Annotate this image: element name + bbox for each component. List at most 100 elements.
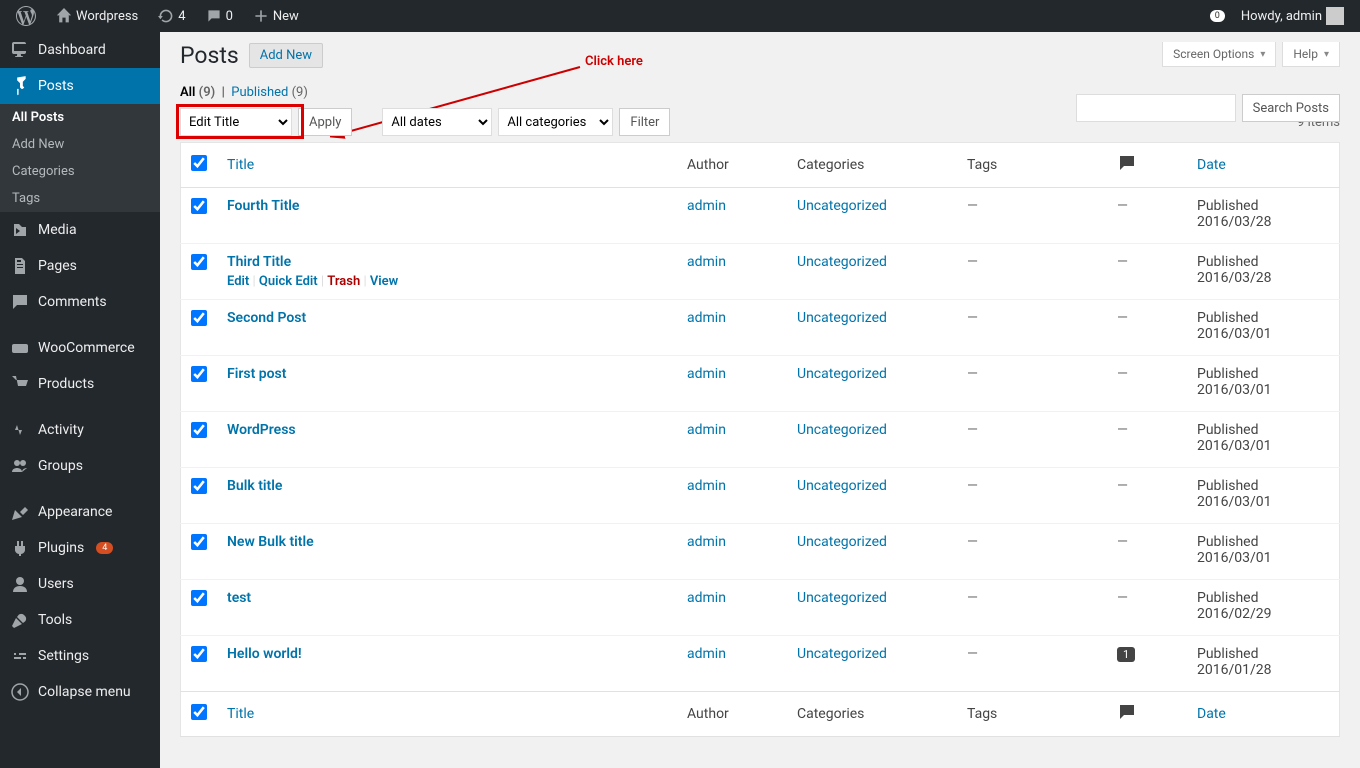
filter-published[interactable]: Published (9) xyxy=(231,85,308,100)
updates-link[interactable]: 4 xyxy=(150,0,193,32)
row-checkbox[interactable] xyxy=(191,646,207,662)
wp-logo-menu[interactable] xyxy=(8,0,44,32)
sidebar-item-posts[interactable]: Posts xyxy=(0,68,160,104)
sidebar-item-tools[interactable]: Tools xyxy=(0,602,160,638)
plugins-icon xyxy=(10,538,30,558)
user-menu[interactable]: Howdy, admin xyxy=(1233,0,1352,32)
submenu-tags[interactable]: Tags xyxy=(0,185,160,212)
category-link[interactable]: Uncategorized xyxy=(797,310,887,326)
new-content-link[interactable]: New xyxy=(245,0,307,32)
author-link[interactable]: admin xyxy=(687,478,726,494)
sidebar-item-dashboard[interactable]: Dashboard xyxy=(0,32,160,68)
quick-edit-link[interactable]: Quick Edit xyxy=(259,274,318,289)
edit-link[interactable]: Edit xyxy=(227,274,249,289)
submenu-all-posts[interactable]: All Posts xyxy=(0,104,160,131)
site-name-text: Wordpress xyxy=(76,9,138,24)
post-title-link[interactable]: Bulk title xyxy=(227,478,282,494)
row-checkbox[interactable] xyxy=(191,534,207,550)
sidebar-item-woocommerce[interactable]: WooCommerce xyxy=(0,330,160,366)
category-link[interactable]: Uncategorized xyxy=(797,534,887,550)
col-comments[interactable] xyxy=(1107,143,1187,188)
submenu-add-new[interactable]: Add New xyxy=(0,131,160,158)
date-filter-select[interactable]: All dates xyxy=(382,108,492,136)
author-link[interactable]: admin xyxy=(687,366,726,382)
col-title[interactable]: Title xyxy=(227,157,254,173)
post-title-link[interactable]: New Bulk title xyxy=(227,534,314,550)
sidebar-item-activity[interactable]: Activity xyxy=(0,412,160,448)
filter-button[interactable]: Filter xyxy=(619,108,670,136)
bulk-action-select[interactable]: Edit Title xyxy=(180,108,292,136)
select-all-checkbox[interactable] xyxy=(191,155,207,171)
updates-icon xyxy=(158,8,174,24)
post-title-link[interactable]: Second Post xyxy=(227,310,306,326)
row-checkbox[interactable] xyxy=(191,366,207,382)
category-link[interactable]: Uncategorized xyxy=(797,646,887,662)
date-value: 2016/03/28 xyxy=(1197,270,1272,286)
category-link[interactable]: Uncategorized xyxy=(797,590,887,606)
row-checkbox[interactable] xyxy=(191,478,207,494)
category-link[interactable]: Uncategorized xyxy=(797,366,887,382)
filter-all[interactable]: All (9) xyxy=(180,85,215,100)
comments-link[interactable]: 0 xyxy=(198,0,241,32)
post-title-link[interactable]: WordPress xyxy=(227,422,296,438)
author-link[interactable]: admin xyxy=(687,646,726,662)
author-link[interactable]: admin xyxy=(687,254,726,270)
sidebar-item-plugins[interactable]: Plugins 4 xyxy=(0,530,160,566)
select-all-checkbox-footer[interactable] xyxy=(191,704,207,720)
sidebar-item-groups[interactable]: Groups xyxy=(0,448,160,484)
trash-link[interactable]: Trash xyxy=(327,274,360,289)
sidebar-item-users[interactable]: Users xyxy=(0,566,160,602)
author-link[interactable]: admin xyxy=(687,198,726,214)
search-input[interactable] xyxy=(1076,94,1236,122)
post-title-link[interactable]: test xyxy=(227,590,251,606)
category-link[interactable]: Uncategorized xyxy=(797,198,887,214)
row-checkbox[interactable] xyxy=(191,590,207,606)
sidebar-label: Pages xyxy=(38,258,77,274)
author-link[interactable]: admin xyxy=(687,590,726,606)
col-date-footer[interactable]: Date xyxy=(1197,706,1226,722)
search-button[interactable]: Search Posts xyxy=(1242,94,1340,122)
screen-options-button[interactable]: Screen Options xyxy=(1162,42,1276,67)
comment-count-bubble[interactable]: 1 xyxy=(1117,647,1135,662)
category-link[interactable]: Uncategorized xyxy=(797,478,887,494)
tools-icon xyxy=(10,610,30,630)
row-checkbox[interactable] xyxy=(191,422,207,438)
post-title-link[interactable]: Fourth Title xyxy=(227,198,299,214)
sidebar-item-pages[interactable]: Pages xyxy=(0,248,160,284)
home-icon xyxy=(56,8,72,24)
sidebar-collapse[interactable]: Collapse menu xyxy=(0,674,160,710)
sidebar-item-products[interactable]: Products xyxy=(0,366,160,402)
site-name-link[interactable]: Wordpress xyxy=(48,0,146,32)
row-checkbox[interactable] xyxy=(191,198,207,214)
col-title-footer[interactable]: Title xyxy=(227,706,254,722)
row-checkbox[interactable] xyxy=(191,254,207,270)
comment-dash: — xyxy=(1117,366,1128,382)
table-row: New Bulk titleEdit | Quick Edit | Trash … xyxy=(181,524,1340,580)
apply-button[interactable]: Apply xyxy=(298,108,352,136)
woocommerce-icon xyxy=(10,338,30,358)
category-link[interactable]: Uncategorized xyxy=(797,254,887,270)
sidebar-item-settings[interactable]: Settings xyxy=(0,638,160,674)
category-link[interactable]: Uncategorized xyxy=(797,422,887,438)
add-new-button[interactable]: Add New xyxy=(249,43,323,68)
sidebar-item-comments[interactable]: Comments xyxy=(0,284,160,320)
post-title-link[interactable]: Third Title xyxy=(227,254,291,270)
author-link[interactable]: admin xyxy=(687,310,726,326)
sidebar-label: Products xyxy=(38,376,94,392)
col-date[interactable]: Date xyxy=(1197,157,1226,173)
post-title-link[interactable]: First post xyxy=(227,366,286,382)
post-title-link[interactable]: Hello world! xyxy=(227,646,302,662)
view-link[interactable]: View xyxy=(370,274,398,289)
sidebar-item-appearance[interactable]: Appearance xyxy=(0,494,160,530)
submenu-categories[interactable]: Categories xyxy=(0,158,160,185)
help-button[interactable]: Help xyxy=(1282,42,1340,67)
tags-value: — xyxy=(967,534,978,550)
row-checkbox[interactable] xyxy=(191,310,207,326)
notif-badge[interactable]: 0 xyxy=(1210,10,1225,22)
author-link[interactable]: admin xyxy=(687,534,726,550)
category-filter-select[interactable]: All categories xyxy=(498,108,613,136)
sidebar-label: Tools xyxy=(38,612,72,628)
author-link[interactable]: admin xyxy=(687,422,726,438)
sidebar-item-media[interactable]: Media xyxy=(0,212,160,248)
col-comments-footer[interactable] xyxy=(1107,692,1187,737)
